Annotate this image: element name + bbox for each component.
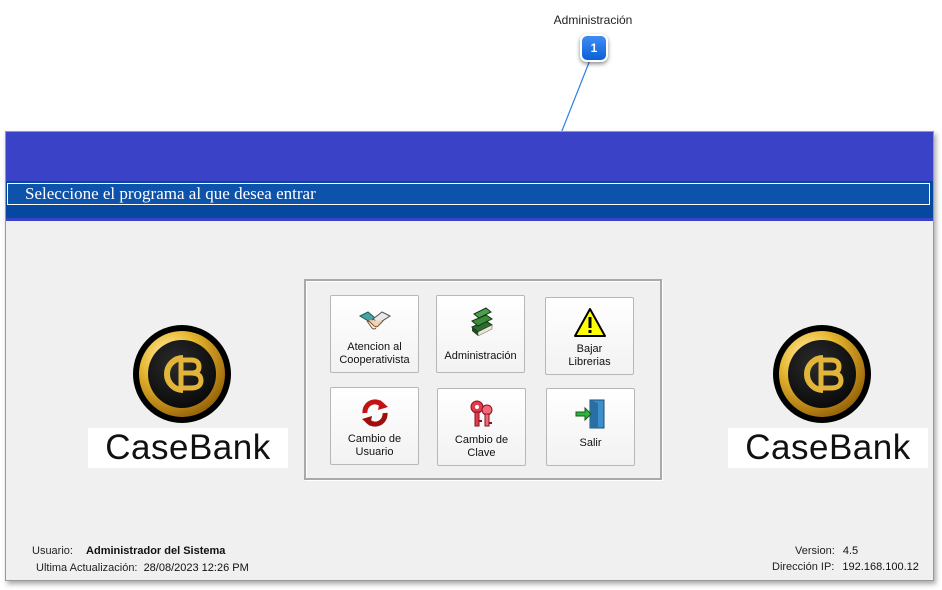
callout-label: Administración: [553, 13, 633, 27]
button-label: Atencion al Cooperativista: [339, 341, 410, 366]
handshake-icon: [358, 304, 392, 338]
button-label: Salir: [579, 437, 602, 449]
title-strip: Seleccione el programa al que desea entr…: [6, 181, 933, 218]
button-label: Bajar Librerias: [568, 343, 611, 368]
cambio-clave-button[interactable]: Cambio de Clave: [437, 388, 526, 466]
casebank-coin-icon: [133, 325, 231, 423]
refresh-arrows-icon: [358, 396, 392, 430]
callout-badge: 1: [580, 34, 608, 62]
keys-icon: [465, 397, 499, 431]
ip-value: 192.168.100.12: [842, 561, 919, 573]
button-label: Administración: [444, 350, 517, 362]
footer-last-update: Ultima Actualización: 28/08/2023 12:26 P…: [36, 562, 249, 574]
casebank-logo-text: CaseBank: [88, 428, 288, 468]
last-update-label: Ultima Actualización:: [36, 562, 138, 574]
version-value: 4.5: [842, 545, 859, 557]
user-value: Administrador del Sistema: [86, 545, 226, 557]
casebank-logo-right: CaseBank: [728, 322, 928, 472]
warning-icon: [573, 306, 607, 340]
ip-label: Dirección IP:: [772, 561, 835, 573]
salir-button[interactable]: Salir: [546, 388, 635, 466]
footer-version: Version: 4.5: [795, 545, 858, 557]
program-buttons-panel: Atencion al Cooperativista Administració…: [304, 279, 662, 480]
administracion-button[interactable]: Administración: [436, 295, 525, 373]
window-instruction-title: Seleccione el programa al que desea entr…: [7, 183, 930, 205]
footer-user: Usuario: Administrador del Sistema: [32, 545, 225, 557]
atencion-cooperativista-button[interactable]: Atencion al Cooperativista: [330, 295, 419, 373]
version-label: Version:: [795, 545, 835, 557]
screenshot-stage: Administración 1 Seleccione el programa …: [0, 0, 942, 590]
user-label: Usuario:: [32, 545, 73, 557]
program-selector-window: Seleccione el programa al que desea entr…: [5, 131, 934, 581]
books-icon: [464, 304, 498, 338]
casebank-logo-text: CaseBank: [728, 428, 928, 468]
bajar-librerias-button[interactable]: Bajar Librerias: [545, 297, 634, 375]
last-update-value: 28/08/2023 12:26 PM: [143, 562, 249, 574]
button-label: Cambio de Clave: [454, 434, 509, 459]
button-label: Cambio de Usuario: [347, 433, 402, 458]
exit-door-icon: [574, 397, 608, 431]
cambio-usuario-button[interactable]: Cambio de Usuario: [330, 387, 419, 465]
casebank-coin-icon: [773, 325, 871, 423]
casebank-logo-left: CaseBank: [88, 322, 288, 472]
footer-ip: Dirección IP: 192.168.100.12: [772, 561, 919, 573]
